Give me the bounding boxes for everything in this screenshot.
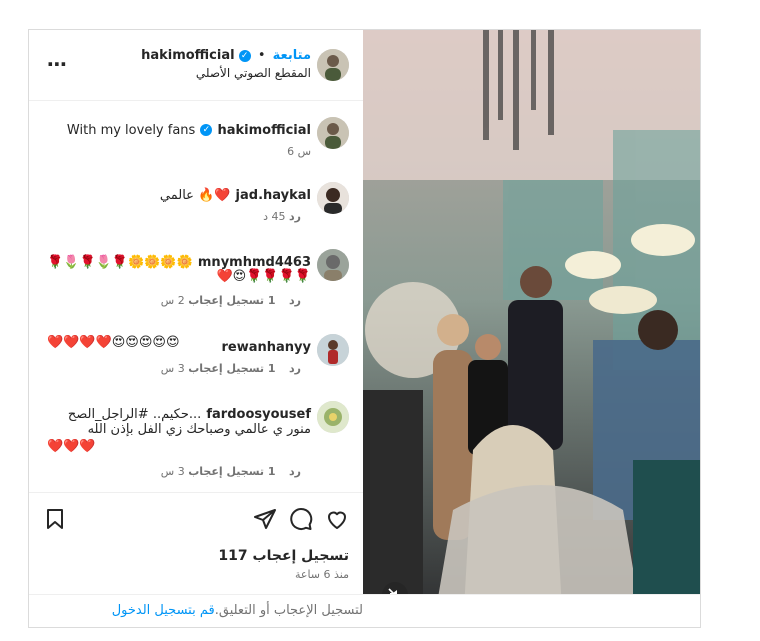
comment-text-line: ❤️😍🌹🌹🌹🌹 bbox=[216, 269, 312, 284]
save-icon[interactable] bbox=[43, 507, 67, 531]
comment-text: حكيم.. #الراجل_الصح... bbox=[67, 407, 202, 422]
verified-icon: ✓ bbox=[200, 123, 213, 136]
caption: With my lovely fans ✓ hakimofficial bbox=[67, 119, 311, 138]
share-icon[interactable] bbox=[253, 507, 277, 531]
comment-icon[interactable] bbox=[289, 507, 313, 531]
login-link[interactable]: قم بتسجيل الدخول bbox=[112, 603, 215, 618]
more-options-icon[interactable]: ⋯ bbox=[47, 52, 68, 76]
comment: حكيم.. #الراجل_الصح... fardoosyousef bbox=[68, 403, 311, 422]
post-card: ⋯ hakimofficial ✓ • متابعة المقطع الصوتي… bbox=[28, 29, 701, 628]
comment-meta: رد 1 تسجيل إعجاب 3 س bbox=[161, 465, 311, 478]
audio-label[interactable]: المقطع الصوتي الأصلي bbox=[141, 66, 311, 80]
follow-button[interactable]: متابعة bbox=[273, 48, 311, 63]
reply-button[interactable]: رد bbox=[289, 210, 301, 223]
commenter-avatar[interactable] bbox=[317, 249, 349, 281]
comment-text-line: ❤️❤️❤️ bbox=[47, 439, 96, 454]
comment-time: 3 س bbox=[160, 465, 185, 478]
comment-meta: رد 1 تسجيل إعجاب 3 س bbox=[161, 362, 311, 375]
caption-text: With my lovely fans bbox=[66, 123, 196, 138]
comment-text: 🌹🌷🌹🌷🌹🌼🌼🌼🌼 bbox=[47, 255, 193, 270]
comment-text: ❤️❤️❤️❤️😍😍😍😍😍 bbox=[47, 335, 180, 350]
caption-username[interactable]: hakimofficial bbox=[218, 123, 312, 138]
verified-icon: ✓ bbox=[238, 49, 251, 62]
comment-username[interactable]: jad.haykal bbox=[236, 188, 311, 203]
comment: 🌹🌷🌹🌷🌹🌼🌼🌼🌼 mnymhmd4463 bbox=[47, 251, 311, 270]
commenter-avatar[interactable] bbox=[317, 334, 349, 366]
reply-button[interactable]: رد bbox=[289, 294, 301, 307]
comment-time: 45 د bbox=[263, 210, 286, 223]
comment-time: 3 س bbox=[160, 362, 185, 375]
caption-avatar[interactable] bbox=[317, 117, 349, 149]
comment: عالمي 🔥❤️ jad.haykal bbox=[160, 184, 311, 203]
post-time: منذ 6 ساعة bbox=[294, 568, 349, 581]
commenter-avatar[interactable] bbox=[317, 401, 349, 433]
dot-separator: • bbox=[257, 48, 266, 63]
post-video[interactable] bbox=[363, 30, 700, 627]
comment-time: 2 س bbox=[160, 294, 185, 307]
heart-icon[interactable] bbox=[325, 507, 349, 531]
reply-button[interactable]: رد bbox=[289, 362, 301, 375]
login-prompt: لتسجيل الإعجاب أو التعليق.قم بتسجيل الدخ… bbox=[29, 594, 700, 627]
comment-likes[interactable]: 1 تسجيل إعجاب bbox=[188, 362, 275, 375]
post-header: hakimofficial ✓ • متابعة المقطع الصوتي ا… bbox=[141, 48, 311, 80]
commenter-avatar[interactable] bbox=[317, 182, 349, 214]
comment-text-line: منور ي عالمي وصباحك زي الفل بإذن الله bbox=[87, 422, 311, 437]
post-author-username[interactable]: hakimofficial bbox=[141, 48, 235, 63]
caption-time: 6 س bbox=[287, 145, 311, 158]
header-divider bbox=[29, 100, 363, 101]
login-prompt-text: لتسجيل الإعجاب أو التعليق. bbox=[214, 603, 363, 618]
comment-likes[interactable]: 1 تسجيل إعجاب bbox=[188, 465, 275, 478]
comment-meta: رد 1 تسجيل إعجاب 2 س bbox=[161, 294, 311, 307]
likes-count[interactable]: 117 تسجيل إعجاب bbox=[218, 548, 349, 564]
actions-divider bbox=[29, 492, 363, 493]
video-frame bbox=[363, 30, 700, 627]
comment-username[interactable]: mnymhmd4463 bbox=[198, 255, 311, 270]
comment-text: عالمي 🔥❤️ bbox=[159, 188, 231, 203]
comment-meta: رد 45 د bbox=[263, 210, 311, 223]
post-author-avatar[interactable] bbox=[317, 49, 349, 81]
comment-username[interactable]: fardoosyousef bbox=[206, 407, 311, 422]
post-details-panel: ⋯ hakimofficial ✓ • متابعة المقطع الصوتي… bbox=[29, 30, 363, 627]
comment-likes[interactable]: 1 تسجيل إعجاب bbox=[188, 294, 275, 307]
reply-button[interactable]: رد bbox=[289, 465, 301, 478]
